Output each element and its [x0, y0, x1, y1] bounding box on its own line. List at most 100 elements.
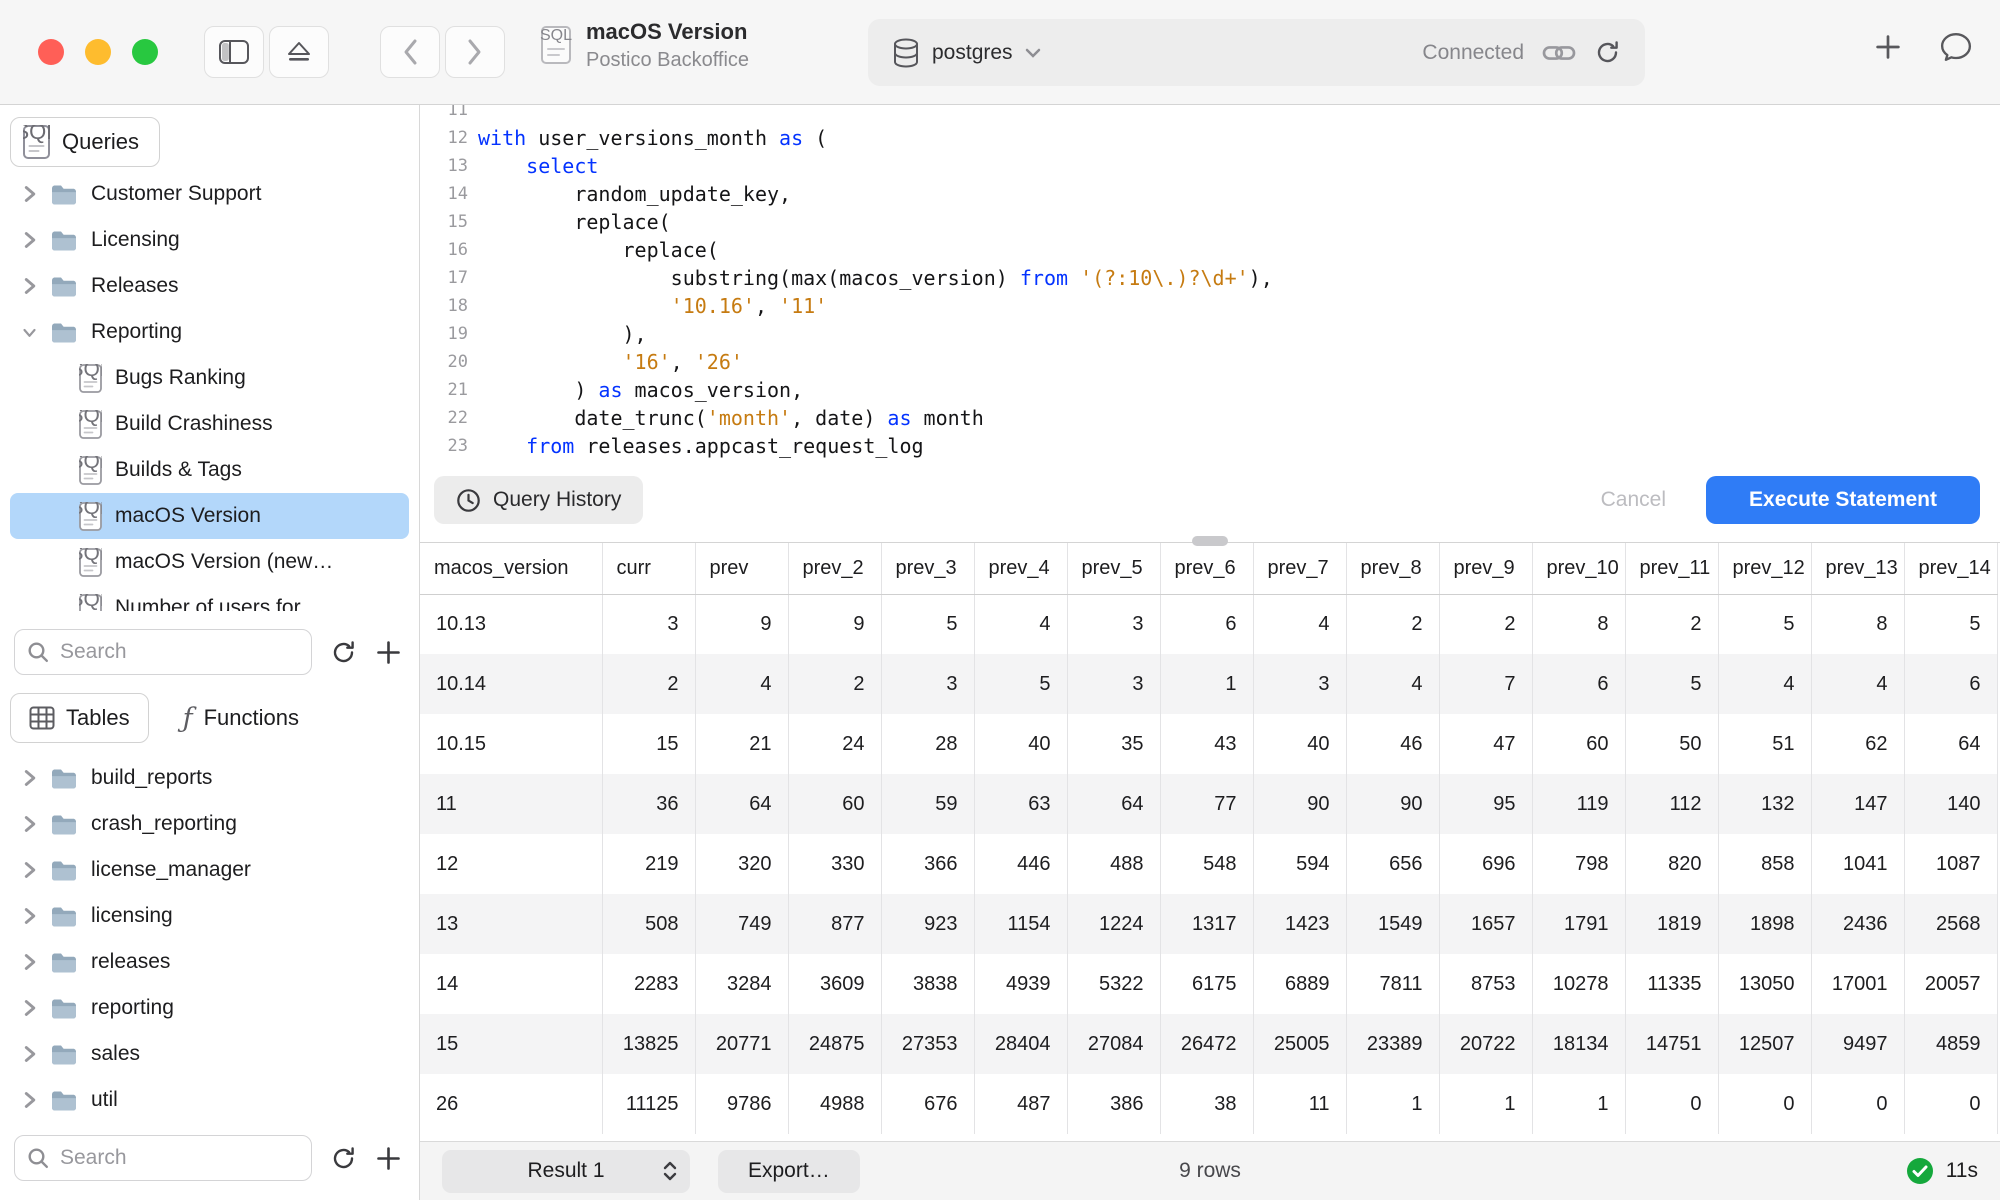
cell[interactable]: 1898 [1718, 894, 1811, 954]
schema-folder-sales[interactable]: sales [10, 1031, 409, 1077]
cell[interactable]: 20771 [695, 1014, 788, 1074]
cell[interactable]: 46 [1346, 714, 1439, 774]
column-header-prev-13[interactable]: prev_13 [1811, 543, 1904, 594]
cell[interactable]: 2 [602, 654, 695, 714]
cell[interactable]: 5 [881, 594, 974, 654]
cell-macos-version[interactable]: 26 [420, 1074, 602, 1134]
add-table-button[interactable] [375, 1145, 402, 1172]
sql-editor[interactable]: 1112with user_versions_month as (13 sele… [420, 105, 2000, 458]
cell[interactable]: 43 [1160, 714, 1253, 774]
cell[interactable]: 24875 [788, 1014, 881, 1074]
cell[interactable]: 51 [1718, 714, 1811, 774]
column-header-prev-9[interactable]: prev_9 [1439, 543, 1532, 594]
cell[interactable]: 4 [1346, 654, 1439, 714]
cell[interactable]: 28404 [974, 1014, 1067, 1074]
code-line-18[interactable]: 18 '10.16', '11' [420, 292, 2000, 320]
query-item-number-of-users-for[interactable]: SQLNumber of users for [10, 585, 409, 611]
cell[interactable]: 38 [1160, 1074, 1253, 1134]
cell[interactable]: 77 [1160, 774, 1253, 834]
cell[interactable]: 2436 [1811, 894, 1904, 954]
chevron-right-icon[interactable] [22, 1044, 37, 1064]
result-selector[interactable]: Result 1 [442, 1150, 690, 1193]
cell[interactable]: 1317 [1160, 894, 1253, 954]
cell[interactable]: 594 [1253, 834, 1346, 894]
cell[interactable]: 18134 [1532, 1014, 1625, 1074]
cell[interactable]: 140 [1904, 774, 1997, 834]
cell[interactable]: 1819 [1625, 894, 1718, 954]
cell-macos-version[interactable]: 10.13 [420, 594, 602, 654]
cell[interactable]: 386 [1067, 1074, 1160, 1134]
cell[interactable]: 147 [1811, 774, 1904, 834]
column-header-prev-10[interactable]: prev_10 [1532, 543, 1625, 594]
cell[interactable]: 820 [1625, 834, 1718, 894]
cell[interactable]: 2 [1346, 594, 1439, 654]
cell[interactable]: 11 [1253, 1074, 1346, 1134]
cell[interactable]: 696 [1439, 834, 1532, 894]
cell[interactable]: 90 [1253, 774, 1346, 834]
column-header-curr[interactable]: curr [602, 543, 695, 594]
result-row-12[interactable]: 1221932033036644648854859465669679882085… [420, 834, 1997, 894]
cell[interactable]: 27353 [881, 1014, 974, 1074]
query-item-macos-version-new[interactable]: SQLmacOS Version (new… [10, 539, 409, 585]
cell[interactable]: 27084 [1067, 1014, 1160, 1074]
column-header-prev-3[interactable]: prev_3 [881, 543, 974, 594]
cell[interactable]: 3 [1067, 654, 1160, 714]
cell[interactable]: 25005 [1253, 1014, 1346, 1074]
code-line-16[interactable]: 16 replace( [420, 236, 2000, 264]
code-line-22[interactable]: 22 date_trunc('month', date) as month [420, 404, 2000, 432]
cell[interactable]: 1154 [974, 894, 1067, 954]
schema-folder-licensing[interactable]: licensing [10, 893, 409, 939]
chevron-right-icon[interactable] [22, 814, 37, 834]
cell[interactable]: 26472 [1160, 1014, 1253, 1074]
code-line-11[interactable]: 11 [420, 105, 2000, 124]
cell[interactable]: 6 [1532, 654, 1625, 714]
schema-folder-util[interactable]: util [10, 1077, 409, 1123]
code-line-17[interactable]: 17 substring(max(macos_version) from '(?… [420, 264, 2000, 292]
column-header-prev-2[interactable]: prev_2 [788, 543, 881, 594]
cell[interactable]: 7811 [1346, 954, 1439, 1014]
query-folder-licensing[interactable]: Licensing [10, 217, 409, 263]
cell-macos-version[interactable]: 14 [420, 954, 602, 1014]
cell[interactable]: 749 [695, 894, 788, 954]
cell[interactable]: 4 [1253, 594, 1346, 654]
cell[interactable]: 1041 [1811, 834, 1904, 894]
cell[interactable]: 15 [602, 714, 695, 774]
cell[interactable]: 47 [1439, 714, 1532, 774]
cell[interactable]: 0 [1625, 1074, 1718, 1134]
cell[interactable]: 1 [1532, 1074, 1625, 1134]
cell[interactable]: 6 [1160, 594, 1253, 654]
export-button[interactable]: Export… [718, 1150, 860, 1193]
cell[interactable]: 3609 [788, 954, 881, 1014]
cell[interactable]: 8753 [1439, 954, 1532, 1014]
cell-macos-version[interactable]: 10.14 [420, 654, 602, 714]
code-line-20[interactable]: 20 '16', '26' [420, 348, 2000, 376]
cell-macos-version[interactable]: 10.15 [420, 714, 602, 774]
cell[interactable]: 2283 [602, 954, 695, 1014]
execute-statement-button[interactable]: Execute Statement [1706, 476, 1980, 524]
chevron-right-icon[interactable] [22, 768, 37, 788]
query-item-bugs-ranking[interactable]: SQLBugs Ranking [10, 355, 409, 401]
cell[interactable]: 40 [974, 714, 1067, 774]
cell[interactable]: 6889 [1253, 954, 1346, 1014]
result-row-10-13[interactable]: 10.13399543642282585 [420, 594, 1997, 654]
cell-macos-version[interactable]: 15 [420, 1014, 602, 1074]
cell[interactable]: 676 [881, 1074, 974, 1134]
cell[interactable]: 3 [602, 594, 695, 654]
cell[interactable]: 10278 [1532, 954, 1625, 1014]
column-header-macos-version[interactable]: macos_version [420, 543, 602, 594]
chevron-right-icon[interactable] [22, 998, 37, 1018]
cell[interactable]: 2 [1625, 594, 1718, 654]
column-header-prev-12[interactable]: prev_12 [1718, 543, 1811, 594]
cell[interactable]: 3 [881, 654, 974, 714]
column-header-prev-4[interactable]: prev_4 [974, 543, 1067, 594]
query-folder-reporting[interactable]: Reporting [10, 309, 409, 355]
cell[interactable]: 0 [1718, 1074, 1811, 1134]
cell[interactable]: 1 [1346, 1074, 1439, 1134]
feedback-button[interactable] [1940, 32, 1972, 62]
cell[interactable]: 508 [602, 894, 695, 954]
cell[interactable]: 858 [1718, 834, 1811, 894]
query-folder-customer-support[interactable]: Customer Support [10, 171, 409, 217]
cell[interactable]: 13050 [1718, 954, 1811, 1014]
cell[interactable]: 4 [695, 654, 788, 714]
cell[interactable]: 3 [1253, 654, 1346, 714]
